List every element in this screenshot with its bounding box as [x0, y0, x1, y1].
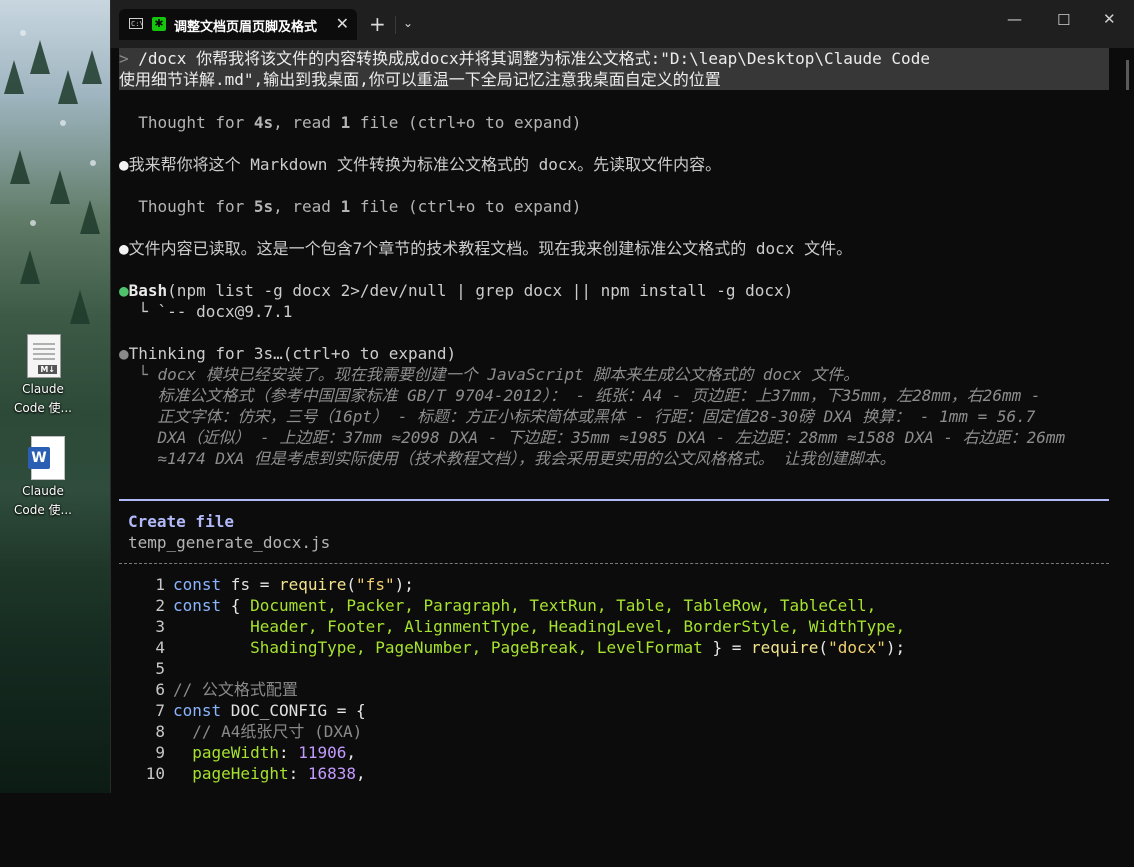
tree	[58, 70, 78, 104]
tree	[82, 50, 102, 84]
tree	[50, 170, 70, 204]
star-icon: ✱	[152, 17, 166, 31]
tree	[4, 60, 24, 94]
tab-title: 调整文档页眉页脚及格式	[174, 20, 318, 35]
code-line: 9 pageWidth: 11906,	[155, 743, 357, 762]
assistant-message: ●我来帮你将这个 Markdown 文件转换为标准公文格式的 docx。先读取文…	[119, 155, 722, 174]
tree	[80, 200, 100, 234]
panel-divider	[119, 499, 1109, 501]
code-line: 10 pageHeight: 16838,	[145, 764, 366, 783]
terminal-content: > /docx 你帮我将该文件的内容转换成成docx并将其调整为标准公文格式:"…	[119, 48, 1119, 793]
tree	[10, 150, 30, 184]
desktop-background: M↓ Claude Code 使... W Claude Code 使...	[0, 0, 110, 793]
thinking-status: ●Thinking for 3s…(ctrl+o to expand)	[119, 344, 457, 363]
tree	[30, 40, 50, 74]
desktop-icon-word-file[interactable]: W Claude Code 使...	[10, 436, 76, 520]
tab-active[interactable]: C:\ ✱ 调整文档页眉页脚及格式 ✕	[119, 9, 357, 40]
thinking-text: DXA（近似） - 上边距：37mm ≈2098 DXA - 下边距：35mm …	[119, 428, 1066, 447]
desktop-icon-label: Claude	[22, 382, 64, 396]
create-file-title: Create file	[128, 512, 234, 531]
snow	[60, 120, 66, 126]
title-bar: C:\ ✱ 调整文档页眉页脚及格式 ✕ + ⌄ — ☐ ✕	[111, 0, 1134, 48]
code-line: 2 const { Document, Packer, Paragraph, Te…	[155, 596, 877, 615]
code-line: 3 Header, Footer, AlignmentType, Heading…	[155, 617, 906, 636]
prompt-text: 使用细节详解.md",输出到我桌面,你可以重温一下全局记忆注意我桌面自定义的位置	[119, 70, 721, 89]
scrollbar[interactable]	[1126, 60, 1129, 90]
thinking-text: └ docx 模块已经安装了。现在我需要创建一个 JavaScript 脚本来生…	[119, 365, 860, 384]
desktop-icon-md-file[interactable]: M↓ Claude Code 使...	[10, 334, 76, 418]
prompt-marker: >	[119, 49, 129, 68]
tree	[70, 290, 90, 324]
code-divider	[119, 563, 1109, 564]
maximize-button[interactable]: ☐	[1057, 11, 1070, 29]
desktop-icon-label: Claude	[22, 484, 64, 498]
code-line: 7 const DOC_CONFIG = {	[155, 701, 366, 720]
word-file-icon: W	[28, 436, 65, 480]
thinking-text: 标准公文格式（参考中国国家标准 GB/T 9704-2012）： - 纸张：A4…	[119, 386, 1041, 405]
desktop-icon-label: Code 使...	[14, 503, 72, 517]
prompt-line: > /docx 你帮我将该文件的内容转换成成docx并将其调整为标准公文格式:"…	[119, 48, 930, 69]
thought-status: Thought for 5s, read 1 file (ctrl+o to e…	[119, 197, 582, 216]
minimize-button[interactable]: —	[1007, 10, 1022, 28]
desktop-icon-label: Code 使...	[14, 401, 72, 415]
snow	[90, 160, 96, 166]
divider	[395, 16, 396, 34]
code-line: 6// 公文格式配置	[155, 680, 298, 699]
snow	[20, 30, 26, 36]
bash-tool-call: ●Bash(npm list -g docx 2>/dev/null | gre…	[119, 281, 794, 300]
code-line: 1 const fs = require("fs");	[155, 575, 414, 594]
close-window-button[interactable]: ✕	[1103, 10, 1116, 28]
tab-dropdown-icon[interactable]: ⌄	[403, 16, 413, 30]
thought-status: Thought for 4s, read 1 file (ctrl+o to e…	[119, 113, 582, 132]
prompt-text: /docx 你帮我将该文件的内容转换成成docx并将其调整为标准公文格式:"D:…	[128, 49, 930, 68]
snow	[30, 220, 36, 226]
create-file-name: temp_generate_docx.js	[128, 533, 331, 552]
code-line: 5	[155, 659, 165, 678]
terminal-icon: C:\	[129, 18, 144, 29]
thinking-text: ≈1474 DXA 但是考虑到实际使用（技术教程文档），我会采用更实用的公文风格…	[119, 449, 896, 468]
markdown-file-icon: M↓	[27, 334, 61, 378]
assistant-message: ●文件内容已读取。这是一个包含7个章节的技术教程文档。现在我来创建标准公文格式的…	[119, 239, 853, 258]
terminal-window: C:\ ✱ 调整文档页眉页脚及格式 ✕ + ⌄ — ☐ ✕ > /docx 你帮…	[110, 0, 1134, 793]
code-line: 4 ShadingType, PageNumber, PageBreak, Le…	[155, 638, 906, 657]
bash-result: └ `-- docx@9.7.1	[119, 302, 293, 321]
code-line: 8 // A4纸张尺寸 (DXA)	[155, 722, 363, 741]
new-tab-button[interactable]: +	[369, 12, 386, 36]
thinking-text: 正文字体：仿宋，三号（16pt） - 标题：方正小标宋简体或黑体 - 行距：固定…	[119, 407, 1036, 426]
tab-close-icon[interactable]: ✕	[336, 14, 349, 33]
tree	[20, 250, 40, 284]
